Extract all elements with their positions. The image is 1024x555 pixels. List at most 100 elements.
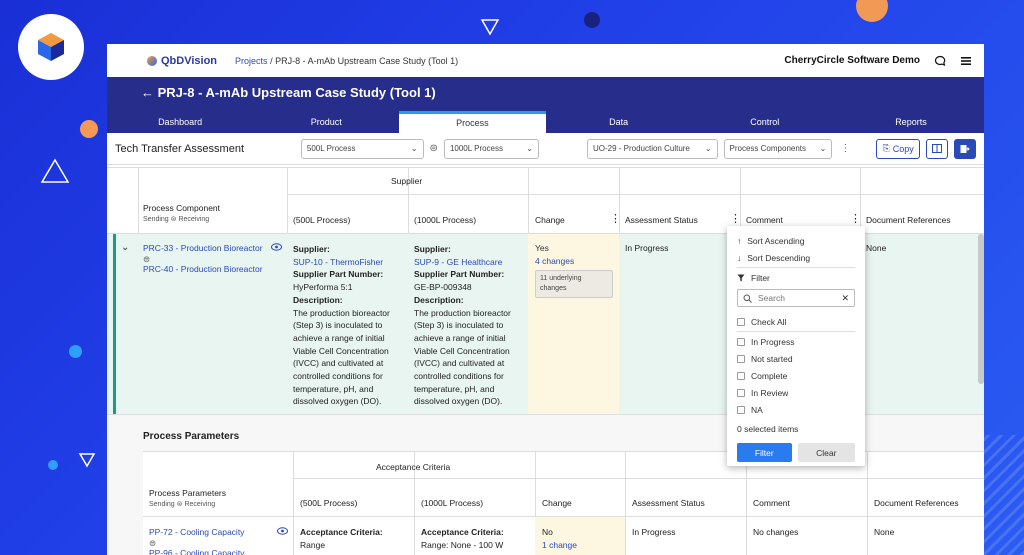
filter-option-not-started[interactable]: Not started (737, 350, 855, 367)
selected-count: 0 selected items (737, 423, 799, 434)
col-process-component-sub: Sending ⊜ Receiving (143, 216, 210, 223)
page-title: Tech Transfer Assessment (115, 142, 244, 155)
col-change[interactable]: Change (535, 215, 565, 225)
tab-process[interactable]: Process (399, 111, 546, 133)
change-value: Yes (535, 243, 549, 253)
decor-dot (69, 345, 82, 358)
checkbox[interactable] (737, 371, 745, 380)
filter-option-na[interactable]: NA (737, 401, 855, 418)
filter-search-input[interactable]: Search ✕ (737, 289, 855, 307)
filter-option-check-all[interactable]: Check All (737, 313, 855, 330)
clear-filter-button[interactable]: Clear (797, 443, 855, 462)
sort-ascending-item[interactable]: ↑ Sort Ascending (737, 232, 855, 249)
checkbox[interactable] (737, 317, 745, 326)
assessment-status-value[interactable]: In Progress (625, 243, 668, 253)
sending-description-line: The production bioreactor (293, 307, 390, 318)
tab-control[interactable]: Control (692, 111, 838, 133)
unit-operation-value: UO-29 - Production Culture (592, 144, 690, 153)
column-menu-icon[interactable]: ⋮ (850, 212, 861, 225)
col-receiving[interactable]: (1000L Process) (421, 498, 483, 508)
acceptance-criteria-header: Acceptance Criteria (376, 462, 451, 472)
eye-icon[interactable] (277, 527, 288, 537)
change-count-link[interactable]: 1 change (542, 540, 577, 550)
close-icon[interactable]: ✕ (841, 293, 849, 304)
underlying-changes-badge[interactable]: 11 underlying changes (535, 270, 613, 298)
sending-supplier-link[interactable]: SUP-10 - ThermoFisher (293, 256, 405, 269)
tab-bar: Dashboard Product Process Data Control R… (107, 111, 984, 133)
sending-component-link[interactable]: PRC-33 - Production Bioreactor (143, 243, 263, 253)
triangle-outline-icon (480, 19, 500, 36)
expand-chevron-icon[interactable]: ⌄ (121, 242, 129, 253)
change-count-link[interactable]: 4 changes (535, 256, 574, 266)
columns-button[interactable] (926, 138, 948, 159)
col-receiving[interactable]: (1000L Process) (414, 215, 476, 225)
arrow-up-icon: ↑ (737, 235, 742, 246)
col-document-references[interactable]: Document References (866, 215, 951, 225)
brand[interactable]: QbDVision (147, 55, 217, 67)
copy-button[interactable]: ⎘ Copy (876, 138, 920, 159)
col-sending[interactable]: (500L Process) (293, 215, 350, 225)
tab-reports[interactable]: Reports (838, 111, 984, 133)
search-placeholder: Search (758, 293, 785, 303)
export-button[interactable] (954, 138, 976, 159)
divider (287, 194, 984, 195)
vertical-scrollbar[interactable] (978, 234, 984, 384)
sending-description-line: controlled conditions for (293, 371, 383, 382)
col-document-references[interactable]: Document References (874, 498, 959, 508)
col-comment[interactable]: Comment (753, 498, 790, 508)
column-menu-icon[interactable]: ⋮ (730, 212, 741, 225)
tab-product[interactable]: Product (253, 111, 399, 133)
breadcrumb-projects[interactable]: Projects (235, 56, 268, 66)
unit-operation-select[interactable]: UO-29 - Production Culture ⌄ (586, 138, 718, 159)
checkbox[interactable] (737, 337, 745, 346)
apply-filter-button[interactable]: Filter (737, 443, 792, 462)
filter-option-complete[interactable]: Complete (737, 367, 855, 384)
receiving-supplier-link[interactable]: SUP-9 - GE Healthcare (414, 256, 526, 269)
sending-description-line: Viable Cell Concentration (293, 345, 389, 356)
section-title: Process Parameters (143, 431, 240, 442)
col-change[interactable]: Change (542, 498, 572, 508)
checkbox[interactable] (737, 354, 745, 363)
decor-dot (80, 120, 98, 138)
sending-description-line: dissolved oxygen (DO). (293, 396, 382, 407)
funnel-icon (737, 274, 745, 281)
checkbox[interactable] (737, 405, 745, 414)
project-title: ← PRJ-8 - A-mAb Upstream Case Study (Too… (141, 85, 436, 100)
copy-icon: ⎘ (882, 143, 890, 153)
filter-option-in-review[interactable]: In Review (737, 384, 855, 401)
col-comment[interactable]: Comment (746, 215, 783, 225)
col-process-component[interactable]: Process Component (143, 203, 220, 213)
col-sending[interactable]: (500L Process) (300, 498, 357, 508)
tab-data[interactable]: Data (546, 111, 692, 133)
eye-icon[interactable] (271, 243, 282, 253)
back-arrow-icon[interactable]: ← (141, 85, 154, 100)
change-value: No (542, 527, 553, 537)
company-name[interactable]: CherryCircle Software Demo (784, 55, 920, 66)
divider (746, 452, 747, 555)
col-process-parameters[interactable]: Process Parameters (149, 488, 226, 498)
sending-parameter-link[interactable]: PP-72 - Cooling Capacity (149, 527, 244, 537)
col-assessment-status[interactable]: Assessment Status (625, 215, 698, 225)
filter-option-in-progress[interactable]: In Progress (737, 333, 855, 350)
divider (293, 452, 294, 555)
sort-descending-item[interactable]: ↓ Sort Descending (737, 249, 855, 266)
receiving-description-line: The production bioreactor (414, 307, 511, 318)
tab-dashboard[interactable]: Dashboard (107, 111, 253, 133)
record-type-select[interactable]: Process Components ⌄ (723, 138, 833, 159)
column-menu-icon[interactable]: ⋮ (610, 212, 621, 225)
supplier-label: Supplier: (293, 244, 330, 254)
hamburger-menu-icon[interactable] (960, 55, 972, 67)
sending-process-select[interactable]: 500L Process ⌄ (300, 138, 424, 159)
more-vertical-icon[interactable]: ⋮ (840, 143, 850, 154)
filter-heading: Filter (737, 269, 855, 286)
chat-icon[interactable] (934, 55, 946, 67)
top-right: CherryCircle Software Demo (784, 55, 972, 67)
option-label: In Review (751, 387, 789, 398)
receiving-part-number: GE-BP-009348 (414, 282, 472, 293)
assessment-status-value[interactable]: In Progress (632, 527, 675, 537)
col-assessment-status[interactable]: Assessment Status (632, 498, 705, 508)
checkbox[interactable] (737, 388, 745, 397)
receiving-process-select[interactable]: 1000L Process ⌄ (443, 138, 539, 159)
receiving-component-link[interactable]: PRC-40 - Production Bioreactor (143, 264, 263, 274)
receiving-parameter-link[interactable]: PP-96 - Cooling Capacity (149, 548, 244, 555)
